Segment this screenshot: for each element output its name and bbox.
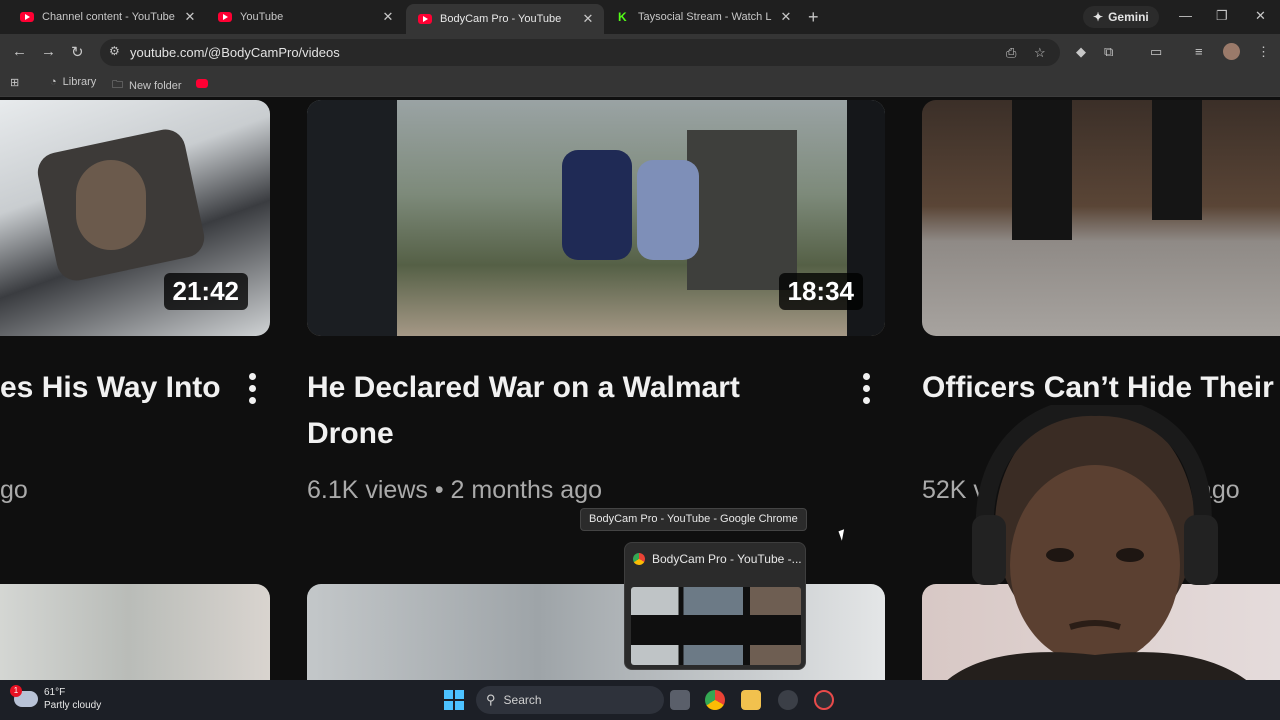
thumbnail-door-shape [687, 130, 797, 290]
browser-tab-strip: Channel content - YouTube Stu ✕ YouTube … [0, 0, 1280, 34]
video-thumbnail[interactable]: 21:42 [0, 100, 270, 336]
tab-channel-content[interactable]: Channel content - YouTube Stu ✕ [8, 4, 206, 30]
task-view-icon[interactable] [670, 690, 690, 710]
tab-title: YouTube [240, 11, 284, 23]
video-menu-button[interactable] [860, 373, 872, 413]
tab-title: BodyCam Pro - YouTube [440, 13, 562, 25]
chrome-icon[interactable] [705, 690, 725, 710]
folder-icon: 🗀 [112, 79, 123, 91]
preview-thumbnail [631, 587, 801, 665]
taskbar-tooltip: BodyCam Pro - YouTube - Google Chrome [580, 508, 807, 531]
gemini-button[interactable]: ✦ Gemini [1083, 6, 1159, 28]
tab-bodycam-pro[interactable]: BodyCam Pro - YouTube ✕ [406, 4, 604, 34]
bookmark-new-folder[interactable]: 🗀 New folder [112, 76, 182, 95]
video-title[interactable]: He Declared War on a Walmart Drone [307, 365, 827, 457]
reload-icon[interactable]: ↻ [71, 43, 84, 61]
thumbnail-officer-shape [1012, 100, 1072, 240]
back-arrow-icon[interactable]: ← [12, 43, 27, 60]
extensions-puzzle-icon[interactable]: ⧉ [1104, 44, 1113, 60]
thumbnail-woman-shirt-shape [637, 160, 699, 260]
youtube-icon [20, 12, 34, 22]
youtube-icon [196, 79, 208, 88]
profile-avatar[interactable] [1223, 43, 1240, 60]
obs-icon[interactable] [778, 690, 798, 710]
minimize-icon[interactable]: — [1179, 8, 1192, 23]
thumbnail-officer-shape [1152, 100, 1202, 220]
side-panel-icon[interactable]: ▭ [1150, 44, 1162, 60]
video-thumbnail[interactable] [922, 100, 1280, 336]
windows-start-icon[interactable] [444, 690, 464, 710]
tab-taysocial-stream[interactable]: Taysocial Stream - Watch Live o ✕ [604, 4, 802, 30]
thumbnail-person-shape [76, 160, 146, 250]
bookmark-star-icon[interactable]: ☆ [1034, 45, 1046, 61]
weather-widget[interactable]: 1 61°F Partly cloudy [10, 685, 102, 712]
preview-title: BodyCam Pro - YouTube -... [652, 552, 802, 566]
navigation-toolbar: ← → ↻ ⚙ youtube.com/@BodyCamPro/videos ⎙… [0, 34, 1280, 70]
media-controls-icon[interactable]: ≡ [1195, 44, 1203, 59]
windows-taskbar: 1 61°F Partly cloudy ⚲ Search [0, 680, 1280, 720]
gemini-sparkle-icon: ✦ [1093, 10, 1104, 24]
video-thumbnail[interactable]: 18:34 [307, 100, 885, 336]
search-icon: ⚲ [486, 692, 496, 707]
webcam-overlay [920, 405, 1280, 720]
video-duration: 21:42 [163, 273, 248, 310]
extension-diamond-icon[interactable]: ◆ [1076, 44, 1086, 60]
close-tab-icon[interactable]: ✕ [778, 9, 794, 25]
chrome-icon [633, 553, 645, 565]
restore-icon[interactable]: ❐ [1216, 8, 1228, 24]
more-menu-icon[interactable]: ⋮ [1257, 44, 1270, 60]
bookmark-label: Library [62, 76, 97, 88]
video-title[interactable]: es His Way Into [0, 365, 230, 411]
close-window-icon[interactable]: ✕ [1255, 8, 1266, 24]
window-preview[interactable]: BodyCam Pro - YouTube -... [624, 542, 806, 670]
video-meta: 6.1K views • 2 months ago [307, 476, 603, 504]
close-tab-icon[interactable]: ✕ [580, 11, 596, 27]
youtube-icon [218, 12, 232, 22]
close-tab-icon[interactable]: ✕ [380, 9, 396, 25]
tab-youtube[interactable]: YouTube ✕ [206, 4, 404, 30]
partly-cloudy-icon: 1 [10, 685, 38, 707]
address-bar[interactable]: ⚙ youtube.com/@BodyCamPro/videos ⎙ ☆ [100, 39, 1060, 66]
forward-arrow-icon[interactable]: → [41, 43, 56, 60]
taskbar-search[interactable]: ⚲ Search [476, 686, 664, 714]
weather-description: Partly cloudy [44, 700, 102, 711]
new-tab-button[interactable]: + [808, 7, 819, 28]
library-icon: ◔ [50, 76, 57, 88]
thumbnail-man-shirt-shape [562, 150, 632, 260]
gemini-label: Gemini [1108, 10, 1149, 24]
tab-title: Channel content - YouTube Stu [42, 11, 176, 23]
install-app-icon[interactable]: ⎙ [1006, 45, 1016, 61]
close-tab-icon[interactable]: ✕ [182, 9, 198, 25]
tab-title: Taysocial Stream - Watch Live o [638, 11, 772, 23]
bookmark-label: New folder [129, 79, 182, 92]
apps-grid-icon[interactable]: ⊞ [10, 76, 19, 89]
app-icon[interactable] [814, 690, 834, 710]
notification-badge: 1 [10, 685, 22, 697]
video-duration: 18:34 [778, 273, 863, 310]
search-label: Search [503, 693, 542, 707]
video-menu-button[interactable] [246, 373, 258, 413]
youtube-icon [418, 14, 432, 24]
bookmark-library[interactable]: ◔ Library [50, 76, 96, 88]
video-thumbnail[interactable] [0, 584, 270, 680]
bookmark-youtube[interactable] [196, 79, 208, 88]
preview-header: BodyCam Pro - YouTube -... [633, 552, 802, 566]
url-text[interactable]: youtube.com/@BodyCamPro/videos [130, 45, 340, 60]
bookmarks-bar: ⊞ ◔ Library 🗀 New folder [0, 70, 1280, 97]
thumbnail-officer-shape [307, 100, 397, 336]
weather-temperature: 61°F [44, 687, 66, 698]
kick-icon [616, 10, 630, 24]
video-meta: go [0, 476, 28, 504]
file-explorer-icon[interactable] [741, 690, 761, 710]
site-info-icon[interactable]: ⚙ [109, 44, 120, 58]
